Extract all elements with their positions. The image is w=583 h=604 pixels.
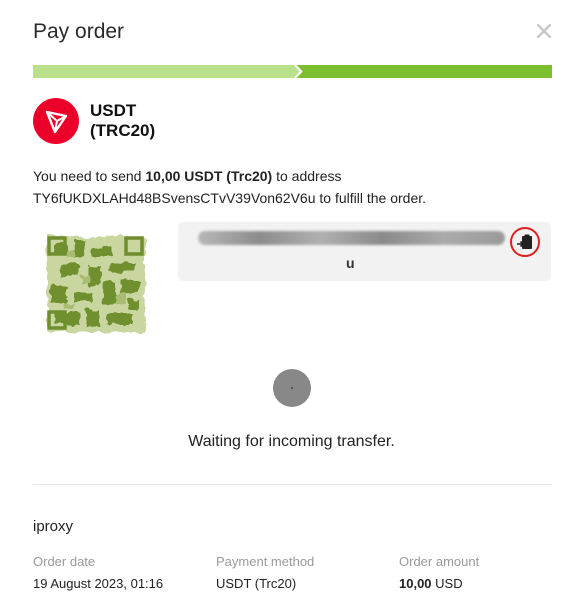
order-date-value: 19 August 2023, 01:16 xyxy=(33,576,164,591)
clipboard-copy-icon xyxy=(517,234,532,249)
pay-order-modal: Pay order USDT (TRC20) You need to send … xyxy=(0,0,583,604)
payment-method-value: USDT (Trc20) xyxy=(216,576,297,591)
progress-step-1 xyxy=(33,65,297,78)
instructions-suffix: to fulfill the order. xyxy=(315,190,427,206)
address-tail: u xyxy=(346,255,355,271)
close-button[interactable] xyxy=(533,20,555,42)
order-amount-value: 10,00 USD xyxy=(399,576,479,591)
progress-step-2 xyxy=(297,65,552,78)
order-amount-number: 10,00 xyxy=(399,576,432,591)
tron-logo-icon xyxy=(33,98,79,144)
instructions-middle: to address xyxy=(272,168,342,184)
payment-instructions: You need to send 10,00 USDT (Trc20) to a… xyxy=(33,165,553,209)
payment-method-label: Payment method xyxy=(216,554,315,569)
spinner-dot xyxy=(291,387,293,389)
page-title: Pay order xyxy=(33,20,125,43)
payment-progress-bar xyxy=(33,65,552,78)
wallet-address[interactable]: TY6fUKDXLAHd48BSvensCTvV39Von62V6u xyxy=(33,190,316,206)
order-date-field: Order date 19 August 2023, 01:16 xyxy=(33,554,163,591)
order-amount-field: Order amount 10,00 USD xyxy=(399,554,479,591)
waiting-status-text: Waiting for incoming transfer. xyxy=(188,433,395,450)
coin-name: USDT (TRC20) xyxy=(90,101,156,140)
divider xyxy=(33,484,552,485)
order-date-label: Order date xyxy=(33,554,96,569)
blurred-address-text xyxy=(198,231,505,245)
close-icon xyxy=(536,23,552,39)
instructions-prefix: You need to send xyxy=(33,168,146,184)
coin-header: USDT (TRC20) xyxy=(33,98,180,144)
qr-code-image xyxy=(45,234,147,334)
order-amount-label: Order amount xyxy=(399,554,480,569)
payment-method-field: Payment method USDT (Trc20) xyxy=(216,554,314,591)
progress-chevron-icon xyxy=(291,65,303,78)
merchant-name: iproxy xyxy=(33,518,74,535)
order-amount-currency: USD xyxy=(431,576,463,591)
copy-address-button[interactable] xyxy=(510,227,540,257)
address-box: u xyxy=(178,222,551,281)
loading-spinner xyxy=(273,369,311,407)
payment-amount: 10,00 USDT (Trc20) xyxy=(145,168,273,184)
